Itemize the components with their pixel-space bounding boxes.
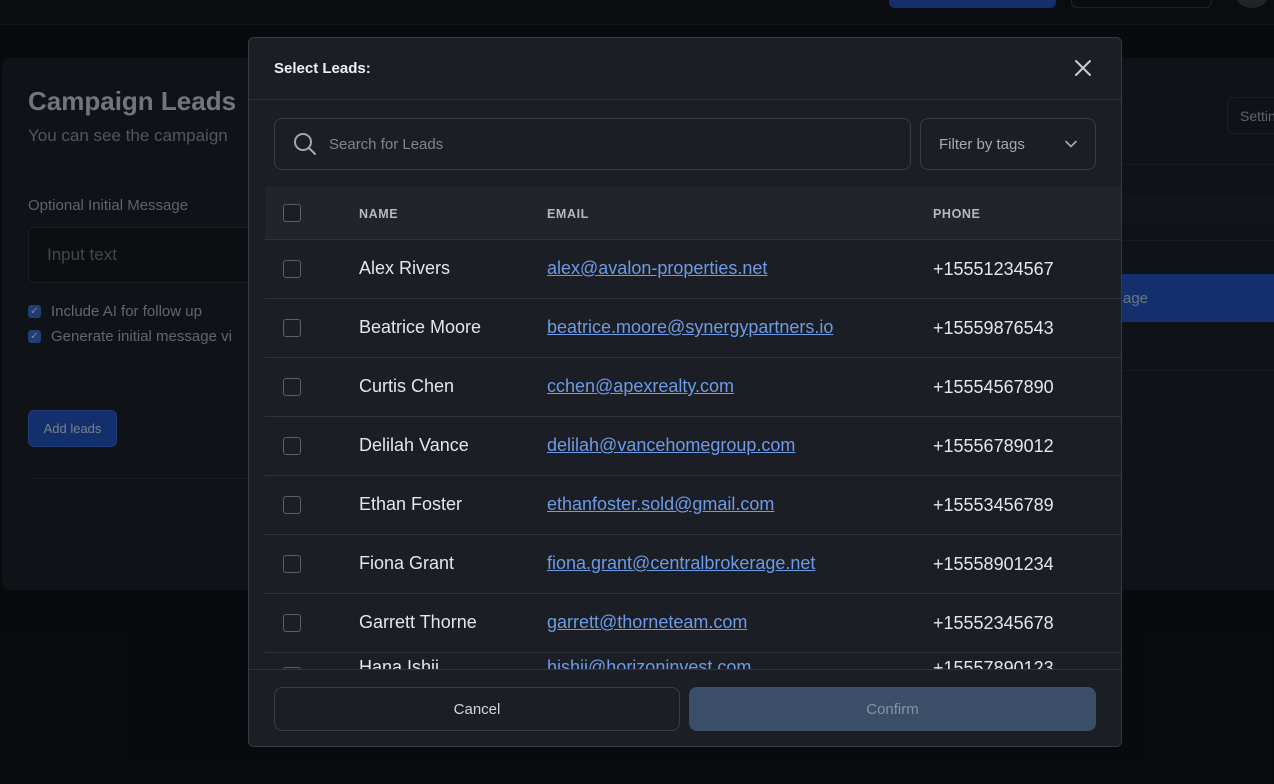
- lead-name: Beatrice Moore: [359, 317, 482, 337]
- lead-phone: +15559876543: [933, 318, 1054, 338]
- confirm-button[interactable]: Confirm: [689, 687, 1096, 731]
- select-all-checkbox[interactable]: [283, 204, 301, 222]
- select-leads-modal: Select Leads: Filter by tags NAME EMAIL …: [248, 37, 1122, 747]
- row-checkbox[interactable]: [283, 496, 301, 514]
- table-row[interactable]: Garrett Thorne garrett@thorneteam.com +1…: [265, 594, 1121, 653]
- row-checkbox[interactable]: [283, 260, 301, 278]
- row-checkbox[interactable]: [283, 555, 301, 573]
- row-checkbox[interactable]: [283, 437, 301, 455]
- lead-name: Garrett Thorne: [359, 612, 477, 632]
- lead-email-link[interactable]: cchen@apexrealty.com: [547, 376, 734, 397]
- search-input[interactable]: [329, 135, 889, 153]
- lead-email-link[interactable]: hishii@horizoninvest.com: [547, 657, 751, 669]
- table-row[interactable]: Delilah Vance delilah@vancehomegroup.com…: [265, 417, 1121, 476]
- table-row[interactable]: Fiona Grant fiona.grant@centralbrokerage…: [265, 535, 1121, 594]
- filter-label: Filter by tags: [939, 135, 1025, 153]
- lead-email-link[interactable]: garrett@thorneteam.com: [547, 612, 747, 633]
- search-icon: [294, 133, 316, 155]
- cancel-button[interactable]: Cancel: [274, 687, 680, 731]
- lead-phone: +15553456789: [933, 495, 1054, 515]
- table-row[interactable]: Ethan Foster ethanfoster.sold@gmail.com …: [265, 476, 1121, 535]
- lead-phone: +15556789012: [933, 436, 1054, 456]
- table-row[interactable]: Curtis Chen cchen@apexrealty.com +155545…: [265, 358, 1121, 417]
- close-icon[interactable]: [1069, 58, 1097, 80]
- lead-phone: +15554567890: [933, 377, 1054, 397]
- lead-phone: +15557890123: [933, 658, 1054, 669]
- table-row[interactable]: Hana Ishii hishii@horizoninvest.com +155…: [265, 653, 1121, 669]
- lead-phone: +15558901234: [933, 554, 1054, 574]
- lead-phone: +15552345678: [933, 613, 1054, 633]
- column-header-email[interactable]: EMAIL: [547, 207, 589, 221]
- table-row[interactable]: Beatrice Moore beatrice.moore@synergypar…: [265, 299, 1121, 358]
- lead-name: Curtis Chen: [359, 376, 455, 396]
- lead-email-link[interactable]: delilah@vancehomegroup.com: [547, 435, 795, 456]
- lead-email-link[interactable]: alex@avalon-properties.net: [547, 258, 767, 279]
- lead-email-link[interactable]: fiona.grant@centralbrokerage.net: [547, 553, 815, 574]
- lead-name: Fiona Grant: [359, 553, 455, 573]
- row-checkbox[interactable]: [283, 378, 301, 396]
- lead-name: Ethan Foster: [359, 494, 463, 514]
- lead-email-link[interactable]: ethanfoster.sold@gmail.com: [547, 494, 774, 515]
- row-checkbox[interactable]: [283, 319, 301, 337]
- lead-email-link[interactable]: beatrice.moore@synergypartners.io: [547, 317, 833, 338]
- close-button[interactable]: [1069, 58, 1097, 80]
- chevron-down-icon: [1065, 140, 1077, 148]
- modal-footer: Cancel Confirm: [249, 669, 1121, 746]
- lead-name: Delilah Vance: [359, 435, 469, 455]
- row-checkbox[interactable]: [283, 614, 301, 632]
- lead-phone: +15551234567: [933, 259, 1054, 279]
- column-header-phone[interactable]: PHONE: [933, 207, 980, 221]
- column-header-name[interactable]: NAME: [359, 207, 398, 221]
- table-header: NAME EMAIL PHONE: [265, 187, 1121, 240]
- modal-header: Select Leads:: [249, 38, 1121, 100]
- lead-name: Hana Ishii: [359, 657, 440, 669]
- search-box[interactable]: [274, 118, 911, 170]
- lead-name: Alex Rivers: [359, 258, 451, 278]
- table-row[interactable]: Alex Rivers alex@avalon-properties.net +…: [265, 240, 1121, 299]
- filter-by-tags-select[interactable]: Filter by tags: [920, 118, 1096, 170]
- modal-title: Select Leads:: [274, 60, 371, 77]
- leads-table: NAME EMAIL PHONE Alex Rivers alex@avalon…: [265, 187, 1121, 669]
